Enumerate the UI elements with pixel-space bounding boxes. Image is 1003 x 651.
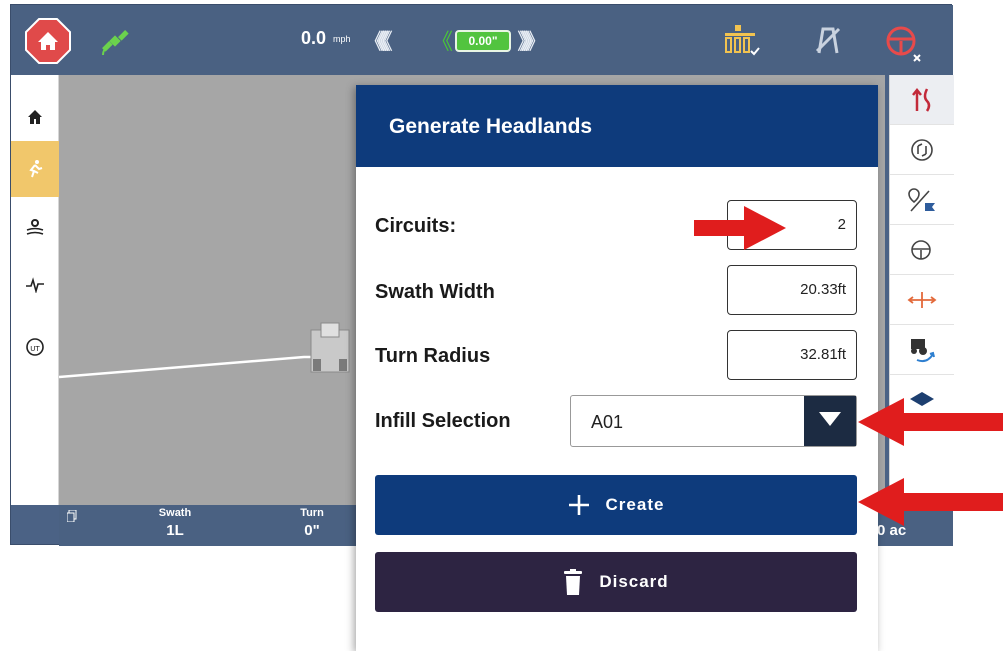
circuits-label: Circuits:: [375, 215, 457, 237]
create-button-label: Create: [605, 495, 665, 514]
annotation-arrow-infill: [858, 398, 1003, 451]
plus-icon: [568, 494, 590, 516]
steering-icon[interactable]: [890, 225, 954, 275]
sidebar-home-icon[interactable]: [11, 89, 59, 145]
swath-width-label: Swath Width: [375, 281, 495, 303]
offset-badge: 0.00": [455, 30, 511, 52]
speed-unit: mph: [333, 34, 351, 44]
lightbar-right-chevrons: 》》》》》: [517, 30, 547, 55]
swath-value: 1L: [166, 522, 184, 539]
sidebar-guidance-run-icon[interactable]: [11, 141, 59, 197]
generate-headlands-dialog: Generate Headlands Circuits: 2 Swath Wid…: [356, 85, 878, 651]
dialog-header: Generate Headlands: [356, 85, 878, 167]
trash-icon: [563, 569, 583, 595]
sidebar-field-settings-icon[interactable]: [11, 199, 59, 255]
discard-button[interactable]: Discard: [375, 552, 857, 612]
swath-label: Swath: [158, 507, 192, 519]
home-icon[interactable]: [25, 18, 71, 64]
alignment-icon[interactable]: [890, 275, 954, 325]
lightbar-left-green-chevron: 《: [431, 30, 454, 55]
tractor-icon: [310, 322, 350, 373]
speed-value: 0.0: [301, 28, 327, 48]
sidebar-ut-icon[interactable]: UT: [11, 319, 59, 375]
annotation-arrow-circuits: [694, 206, 786, 255]
turn-radius-label: Turn Radius: [375, 345, 491, 367]
copy-icon: [66, 509, 77, 527]
turn-value: 0": [304, 522, 320, 539]
annotation-arrow-create: [858, 478, 1003, 531]
guidance-off-icon[interactable]: [811, 23, 845, 62]
satellite-icon: [99, 25, 131, 62]
discard-button-label: Discard: [599, 572, 669, 591]
swath-width-input[interactable]: 20.33ft: [727, 265, 857, 315]
location-flag-icon[interactable]: [890, 175, 954, 225]
steering-disabled-icon[interactable]: [883, 23, 923, 68]
implement-icon[interactable]: [721, 23, 761, 62]
infill-selection-value: A01: [591, 412, 624, 432]
create-button[interactable]: Create: [375, 475, 857, 535]
status-bar: 0.0 mph 《《《《《 《 0.00" 》》》》》: [11, 5, 953, 75]
infill-selection-dropdown[interactable]: A01: [570, 395, 857, 447]
infill-selection-label: Infill Selection: [375, 410, 511, 432]
caret-down-icon: [819, 411, 841, 431]
path-icon[interactable]: [890, 75, 954, 125]
svg-text:UT: UT: [30, 345, 40, 353]
sidebar-diagnostics-icon[interactable]: [11, 257, 59, 313]
lightbar-left-chevrons: 《《《《《: [363, 30, 393, 55]
turn-radius-input[interactable]: 32.81ft: [727, 330, 857, 380]
dialog-title: Generate Headlands: [389, 115, 593, 138]
tractor-swap-icon[interactable]: [890, 325, 954, 375]
turn-label: Turn: [300, 507, 324, 519]
dropdown-toggle-button[interactable]: [804, 396, 856, 446]
rotate-icon[interactable]: [890, 125, 954, 175]
left-sidebar: UT: [11, 75, 59, 505]
